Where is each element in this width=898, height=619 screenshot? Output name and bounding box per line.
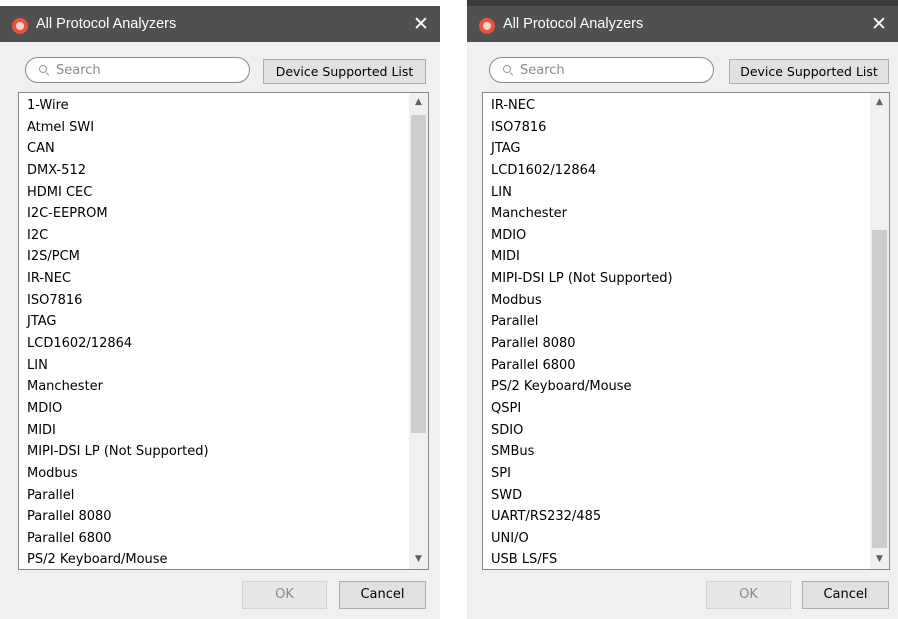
list-item[interactable]: I2C-EEPROM: [27, 203, 209, 225]
close-icon[interactable]: ✕: [406, 6, 436, 42]
list-item[interactable]: Parallel 6800: [491, 355, 673, 377]
vertical-scrollbar[interactable]: ▲ ▼: [870, 93, 889, 569]
app-logo-icon: [479, 18, 495, 34]
list-item[interactable]: SMBus: [491, 441, 673, 463]
protocol-list-items: 1-Wire Atmel SWI CAN DMX-512 HDMI CEC I2…: [27, 95, 209, 569]
list-item[interactable]: IR-NEC: [491, 95, 673, 117]
background-gap: [440, 0, 467, 619]
list-item[interactable]: MIDI: [27, 420, 209, 442]
protocol-analyzers-dialog-left: All Protocol Analyzers ✕ Device Supporte…: [0, 0, 440, 619]
list-item[interactable]: QSPI: [491, 398, 673, 420]
list-item[interactable]: JTAG: [27, 311, 209, 333]
vertical-scrollbar[interactable]: ▲ ▼: [409, 93, 428, 569]
device-supported-list-button[interactable]: Device Supported List: [729, 59, 889, 84]
list-item[interactable]: SWD: [491, 485, 673, 507]
search-box[interactable]: [25, 57, 250, 83]
list-item[interactable]: CAN: [27, 138, 209, 160]
list-item[interactable]: LCD1602/12864: [491, 160, 673, 182]
protocol-list-items: IR-NEC ISO7816 JTAG LCD1602/12864 LIN Ma…: [491, 95, 673, 569]
list-item[interactable]: Parallel: [27, 485, 209, 507]
list-item[interactable]: JTAG: [491, 138, 673, 160]
ok-button[interactable]: OK: [706, 581, 791, 609]
scroll-up-icon[interactable]: ▲: [409, 94, 428, 111]
list-item[interactable]: PS/2 Keyboard/Mouse: [491, 376, 673, 398]
scrollbar-thumb[interactable]: [872, 230, 887, 548]
close-icon[interactable]: ✕: [864, 6, 894, 42]
list-item[interactable]: LIN: [27, 355, 209, 377]
protocol-list[interactable]: IR-NEC ISO7816 JTAG LCD1602/12864 LIN Ma…: [482, 92, 890, 570]
list-item[interactable]: Manchester: [27, 376, 209, 398]
list-item[interactable]: MIDI: [491, 246, 673, 268]
list-item[interactable]: UART/RS232/485: [491, 506, 673, 528]
list-item[interactable]: Parallel 8080: [27, 506, 209, 528]
list-item[interactable]: Atmel SWI: [27, 117, 209, 139]
cancel-button[interactable]: Cancel: [802, 581, 889, 609]
title-bar: All Protocol Analyzers ✕: [0, 6, 440, 42]
list-item[interactable]: USB LS/FS: [491, 549, 673, 569]
list-item[interactable]: UNI/O: [491, 528, 673, 550]
search-icon: [503, 65, 513, 75]
list-item[interactable]: HDMI CEC: [27, 182, 209, 204]
device-supported-list-button[interactable]: Device Supported List: [263, 59, 426, 84]
list-item[interactable]: MDIO: [27, 398, 209, 420]
list-item[interactable]: MIPI-DSI LP (Not Supported): [27, 441, 209, 463]
list-item[interactable]: ISO7816: [27, 290, 209, 312]
scrollbar-thumb[interactable]: [411, 115, 426, 433]
list-item[interactable]: LIN: [491, 182, 673, 204]
list-item[interactable]: I2C: [27, 225, 209, 247]
search-icon: [39, 65, 49, 75]
list-item[interactable]: SDIO: [491, 420, 673, 442]
list-item[interactable]: Parallel 8080: [491, 333, 673, 355]
search-box[interactable]: [489, 57, 714, 83]
protocol-analyzers-dialog-right: All Protocol Analyzers ✕ Device Supporte…: [467, 0, 898, 619]
scroll-up-icon[interactable]: ▲: [870, 94, 889, 111]
list-item[interactable]: Parallel 6800: [27, 528, 209, 550]
list-item[interactable]: ISO7816: [491, 117, 673, 139]
title-bar: All Protocol Analyzers ✕: [467, 6, 898, 42]
search-input[interactable]: [56, 60, 241, 80]
list-item[interactable]: Modbus: [27, 463, 209, 485]
list-item[interactable]: PS/2 Keyboard/Mouse: [27, 549, 209, 569]
scroll-down-icon[interactable]: ▼: [409, 551, 428, 568]
list-item[interactable]: MIPI-DSI LP (Not Supported): [491, 268, 673, 290]
ok-button[interactable]: OK: [242, 581, 327, 609]
window-title: All Protocol Analyzers: [36, 16, 177, 32]
scroll-down-icon[interactable]: ▼: [870, 551, 889, 568]
list-item[interactable]: LCD1602/12864: [27, 333, 209, 355]
list-item[interactable]: Modbus: [491, 290, 673, 312]
list-item[interactable]: MDIO: [491, 225, 673, 247]
list-item[interactable]: 1-Wire: [27, 95, 209, 117]
list-item[interactable]: SPI: [491, 463, 673, 485]
list-item[interactable]: Parallel: [491, 311, 673, 333]
list-item[interactable]: I2S/PCM: [27, 246, 209, 268]
cancel-button[interactable]: Cancel: [339, 581, 426, 609]
list-item[interactable]: IR-NEC: [27, 268, 209, 290]
list-item[interactable]: DMX-512: [27, 160, 209, 182]
window-title: All Protocol Analyzers: [503, 16, 644, 32]
protocol-list[interactable]: 1-Wire Atmel SWI CAN DMX-512 HDMI CEC I2…: [18, 92, 429, 570]
list-item[interactable]: Manchester: [491, 203, 673, 225]
search-input[interactable]: [520, 60, 705, 80]
app-logo-icon: [12, 18, 28, 34]
